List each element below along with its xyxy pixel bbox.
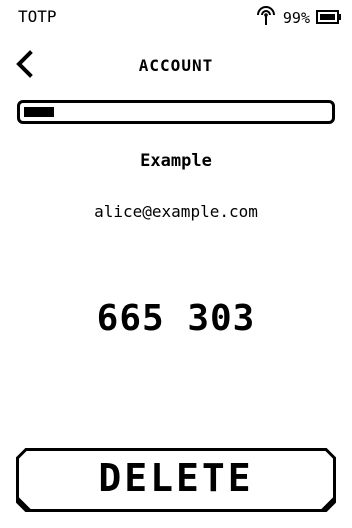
status-app-name: TOTP bbox=[18, 7, 57, 26]
otp-code: 665 303 bbox=[96, 298, 256, 339]
navigation-bar: ACCOUNT bbox=[0, 48, 352, 84]
status-indicators: 99% bbox=[255, 6, 342, 30]
delete-button-label: DELETE bbox=[98, 456, 254, 500]
antenna-icon bbox=[255, 6, 277, 30]
delete-button[interactable]: DELETE bbox=[16, 448, 336, 512]
progress-fill bbox=[24, 107, 54, 117]
account-issuer: Example bbox=[140, 151, 212, 171]
page-title: ACCOUNT bbox=[138, 56, 214, 75]
status-bar: TOTP 99% bbox=[0, 0, 352, 36]
battery-icon bbox=[316, 9, 342, 28]
account-name: alice@example.com bbox=[94, 202, 258, 221]
battery-percent: 99% bbox=[282, 9, 310, 27]
code-timer-progress bbox=[17, 100, 335, 124]
